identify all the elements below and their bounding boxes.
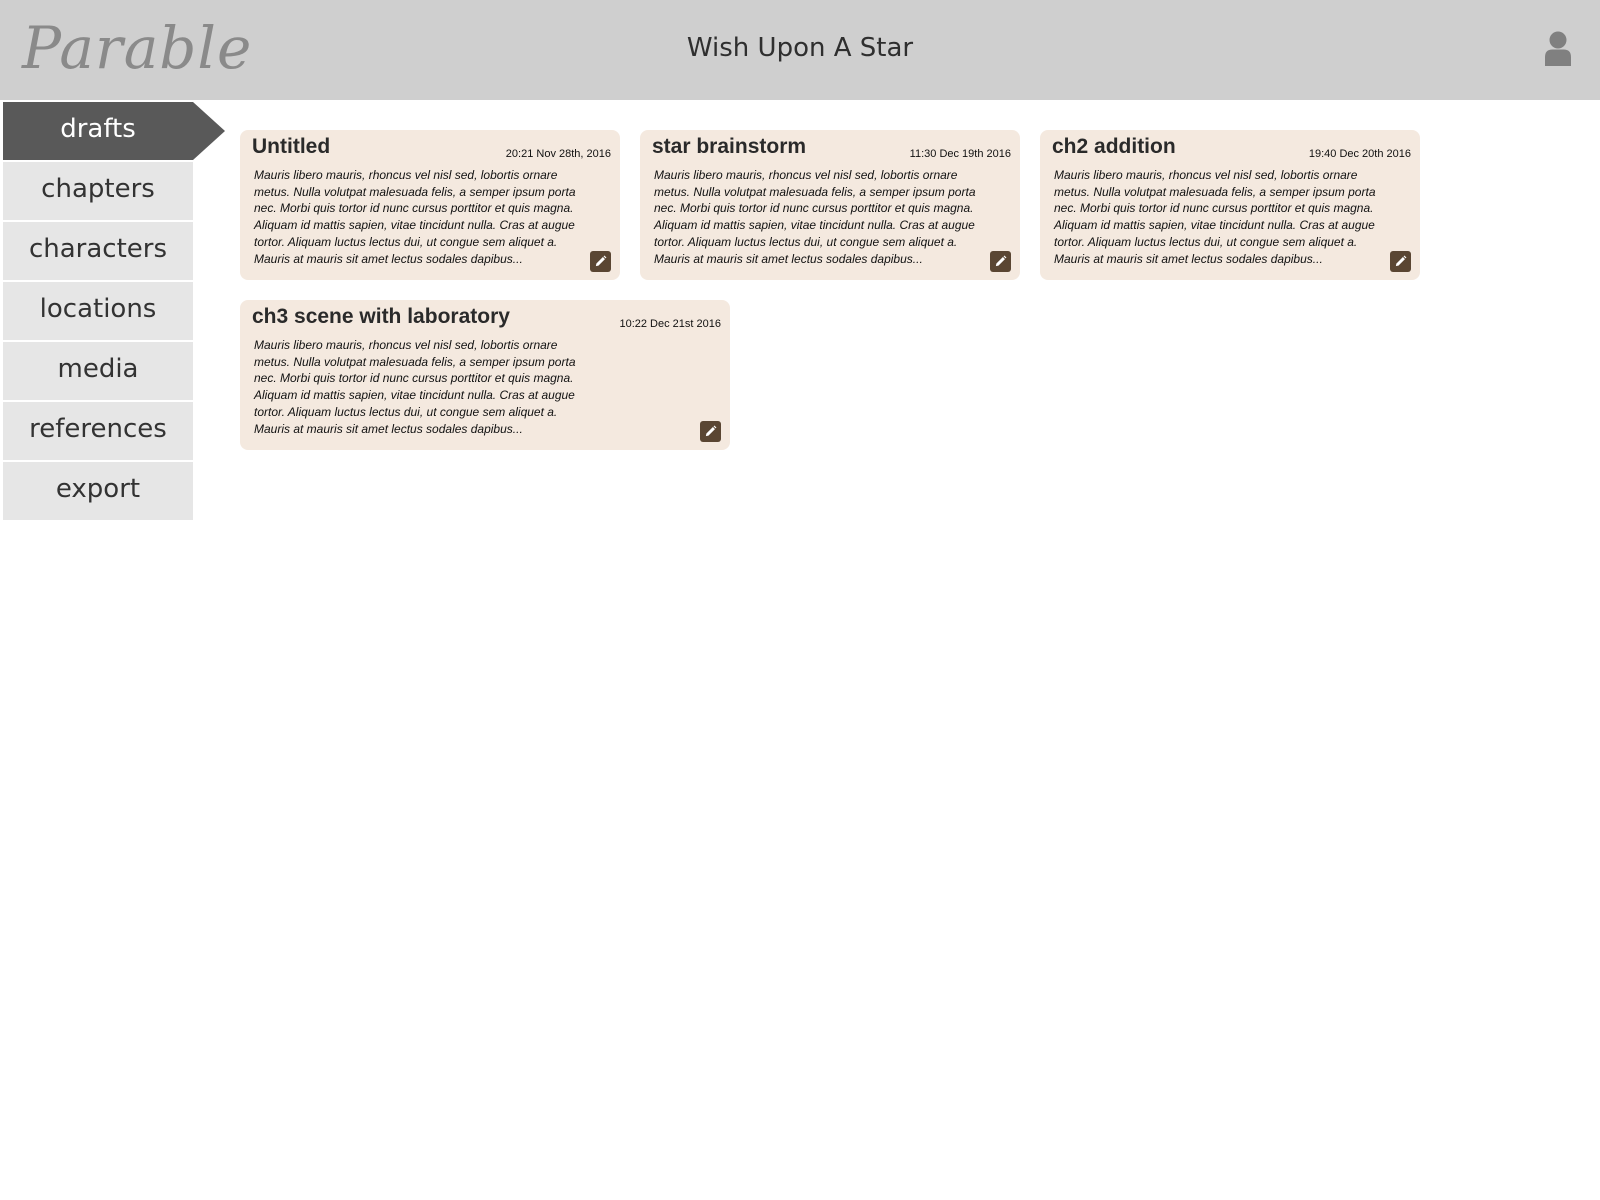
sidebar-item-media[interactable]: media [3, 342, 193, 400]
draft-title: ch3 scene with laboratory [252, 305, 510, 328]
draft-timestamp: 11:30 Dec 19th 2016 [909, 148, 1011, 160]
draft-excerpt: Mauris libero mauris, rhoncus vel nisl s… [654, 168, 976, 266]
draft-title: ch2 addition [1052, 135, 1176, 158]
edit-draft-button[interactable] [700, 421, 721, 442]
sidebar-item-label: locations [39, 294, 157, 324]
draft-card[interactable]: star brainstorm 11:30 Dec 19th 2016 Maur… [640, 130, 1020, 280]
draft-timestamp: 19:40 Dec 20th 2016 [1308, 148, 1411, 160]
pencil-icon [995, 255, 1007, 267]
pencil-icon [1395, 255, 1407, 267]
user-account-button[interactable] [1543, 30, 1573, 68]
edit-draft-button[interactable] [1390, 251, 1411, 272]
edit-draft-button[interactable] [590, 251, 611, 272]
draft-card[interactable]: Untitled 20:21 Nov 28th, 2016 Mauris lib… [240, 130, 620, 280]
sidebar-item-label: chapters [41, 174, 155, 204]
pencil-icon [595, 255, 607, 267]
sidebar-item-chapters[interactable]: chapters [3, 162, 193, 220]
sidebar-item-drafts[interactable]: drafts [3, 102, 225, 160]
pencil-icon [705, 425, 717, 437]
draft-excerpt: Mauris libero mauris, rhoncus vel nisl s… [254, 338, 576, 436]
sidebar-item-label: media [57, 354, 139, 384]
sidebar-item-label: drafts [60, 114, 136, 144]
sidebar-item-label: export [55, 474, 141, 504]
draft-card[interactable]: ch3 scene with laboratory 10:22 Dec 21st… [240, 300, 730, 450]
draft-timestamp: 20:21 Nov 28th, 2016 [505, 148, 611, 160]
draft-excerpt: Mauris libero mauris, rhoncus vel nisl s… [254, 168, 576, 266]
sidebar-item-label: characters [28, 234, 168, 264]
user-icon [1545, 31, 1571, 66]
draft-title: star brainstorm [652, 135, 807, 158]
sidebar-item-characters[interactable]: characters [3, 222, 193, 280]
sidebar-item-locations[interactable]: locations [3, 282, 193, 340]
draft-excerpt: Mauris libero mauris, rhoncus vel nisl s… [1054, 168, 1376, 266]
draft-title: Untitled [252, 135, 331, 158]
sidebar-item-label: references [29, 414, 167, 444]
sidebar-nav: drafts chapters characters locations med… [3, 102, 225, 522]
draft-card[interactable]: ch2 addition 19:40 Dec 20th 2016 Mauris … [1040, 130, 1420, 280]
page-title: Wish Upon A Star [686, 33, 914, 63]
sidebar-item-export[interactable]: export [3, 462, 193, 520]
draft-timestamp: 10:22 Dec 21st 2016 [619, 318, 721, 330]
app-header: Parable Wish Upon A Star [0, 0, 1600, 100]
sidebar-item-references[interactable]: references [3, 402, 193, 460]
edit-draft-button[interactable] [990, 251, 1011, 272]
